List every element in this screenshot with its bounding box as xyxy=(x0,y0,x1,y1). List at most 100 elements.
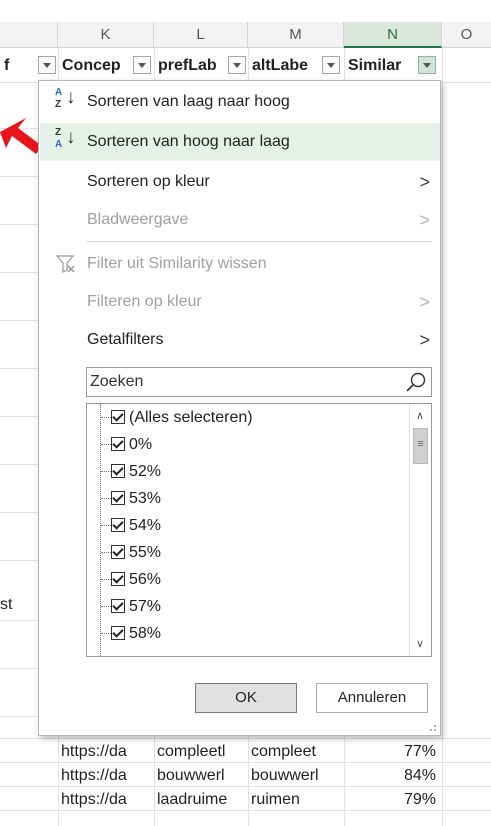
checkbox[interactable] xyxy=(111,437,125,451)
header-cell-similarity: Similar xyxy=(348,57,402,74)
cell-concept[interactable]: https://da xyxy=(58,764,154,788)
grid-line xyxy=(0,416,40,417)
cell-altlabel[interactable]: ruimen xyxy=(248,788,344,812)
vertical-scrollbar[interactable]: ∧ ≡ ∨ xyxy=(409,404,431,656)
cell-similarity[interactable]: 77% xyxy=(344,740,442,764)
scroll-up-icon[interactable]: ∧ xyxy=(412,408,428,424)
column-header-m[interactable]: M xyxy=(248,22,344,48)
chevron-right-icon: > xyxy=(419,330,430,350)
header-cell-fragment: f xyxy=(4,57,10,74)
list-item[interactable]: 56% xyxy=(87,566,407,593)
filter-value-list: (Alles selecteren) 0% 52% 53% 54% 55% 56… xyxy=(86,403,432,657)
magnifier-icon[interactable] xyxy=(405,371,427,393)
grid-line xyxy=(0,368,40,369)
chevron-right-icon: > xyxy=(419,172,430,192)
chevron-right-icon: > xyxy=(419,292,430,312)
checkbox[interactable] xyxy=(111,599,125,613)
header-cell-altlabel: altLabe xyxy=(252,57,309,74)
grid-line xyxy=(0,512,40,513)
grid-line xyxy=(0,560,40,561)
menu-label: Bladweergave xyxy=(87,211,189,228)
cell-similarity[interactable]: 84% xyxy=(344,764,442,788)
cell-preflabel[interactable]: bouwwerl xyxy=(154,764,248,788)
checkbox[interactable] xyxy=(111,518,125,532)
menu-clear-filter: Filter uit Similarity wissen xyxy=(40,245,440,283)
grid-line xyxy=(0,464,40,465)
list-item[interactable]: 0% xyxy=(87,431,407,458)
menu-label: Filter uit Similarity wissen xyxy=(87,255,267,272)
grid-line xyxy=(0,620,40,621)
menu-label: Sorteren van laag naar hoog xyxy=(87,93,290,110)
grid-line xyxy=(442,48,443,826)
checkbox[interactable] xyxy=(111,491,125,505)
filter-dropdown-button[interactable] xyxy=(38,56,56,74)
menu-number-filters[interactable]: Getalfilters > xyxy=(40,321,440,359)
table-header-row: f Concep prefLab altLabe Similar xyxy=(0,50,491,82)
column-header-n[interactable]: N xyxy=(344,22,442,48)
header-cell-preflabel: prefLab xyxy=(158,57,217,74)
checkbox[interactable] xyxy=(111,626,125,640)
cell-similarity[interactable]: 79% xyxy=(344,788,442,812)
grid-line xyxy=(0,176,40,177)
menu-separator xyxy=(86,241,432,242)
table-row[interactable]: https://da bouwwerl bouwwerl 84% xyxy=(0,764,491,788)
table-row[interactable]: https://da laadruime ruimen 79% xyxy=(0,788,491,812)
filter-clear-icon xyxy=(56,255,75,273)
menu-sort-ascending[interactable]: A Z ↓ Sorteren van laag naar hoog xyxy=(40,83,440,121)
grid-line xyxy=(0,716,40,717)
column-header-row: K L M N O xyxy=(0,22,491,48)
menu-filter-by-color: Filteren op kleur > xyxy=(40,283,440,321)
filter-dropdown-panel: A Z ↓ Sorteren van laag naar hoog Z A ↓ Sort… xyxy=(38,80,441,736)
checkbox[interactable] xyxy=(111,545,125,559)
cell-preflabel[interactable]: laadruime xyxy=(154,788,248,812)
filter-dropdown-button[interactable] xyxy=(228,56,246,74)
resize-grip-icon[interactable] xyxy=(427,722,437,732)
column-header-o[interactable]: O xyxy=(442,22,491,48)
list-item[interactable]: 53% xyxy=(87,485,407,512)
cancel-button[interactable]: Annuleren xyxy=(316,683,428,713)
list-item[interactable]: 52% xyxy=(87,458,407,485)
chevron-right-icon: > xyxy=(419,210,430,230)
column-header-k[interactable]: K xyxy=(58,22,154,48)
table-row[interactable]: https://da compleetl compleet 77% xyxy=(0,740,491,764)
grid-line xyxy=(0,224,40,225)
filter-dropdown-button[interactable] xyxy=(322,56,340,74)
cell-altlabel[interactable]: bouwwerl xyxy=(248,764,344,788)
list-item[interactable]: 57% xyxy=(87,593,407,620)
sort-descending-icon: Z A ↓ xyxy=(55,127,76,150)
list-item-select-all[interactable]: (Alles selecteren) xyxy=(87,404,407,431)
list-item[interactable]: 55% xyxy=(87,539,407,566)
checkbox[interactable] xyxy=(111,410,125,424)
header-cell-concept: Concep xyxy=(62,57,121,74)
cell-preflabel[interactable]: compleetl xyxy=(154,740,248,764)
column-header-j[interactable] xyxy=(0,22,58,48)
menu-label: Sorteren van hoog naar laag xyxy=(87,133,290,150)
similarity-filter-button[interactable] xyxy=(418,56,436,74)
menu-sort-by-color[interactable]: Sorteren op kleur > xyxy=(40,163,440,201)
checkbox[interactable] xyxy=(111,464,125,478)
grid-line xyxy=(0,738,491,739)
menu-label: Filteren op kleur xyxy=(87,293,202,310)
cell-concept[interactable]: https://da xyxy=(58,740,154,764)
cell-fragment: st xyxy=(0,596,13,613)
menu-label: Getalfilters xyxy=(87,331,164,348)
grid-line xyxy=(0,320,40,321)
column-header-l[interactable]: L xyxy=(154,22,248,48)
menu-sort-descending[interactable]: Z A ↓ Sorteren van hoog naar laag xyxy=(40,123,440,161)
grid-line xyxy=(0,668,40,669)
list-item[interactable]: 58% xyxy=(87,620,407,647)
grid-line xyxy=(0,272,40,273)
ok-button[interactable]: OK xyxy=(195,683,297,713)
menu-label: Sorteren op kleur xyxy=(87,173,210,190)
search-box xyxy=(86,367,432,397)
menu-sheet-view: Bladweergave > xyxy=(40,201,440,239)
scroll-thumb[interactable]: ≡ xyxy=(413,428,428,464)
sort-ascending-icon: A Z ↓ xyxy=(55,87,76,110)
search-input[interactable] xyxy=(87,368,387,396)
scroll-down-icon[interactable]: ∨ xyxy=(412,636,428,652)
cell-concept[interactable]: https://da xyxy=(58,788,154,812)
list-item[interactable]: 54% xyxy=(87,512,407,539)
filter-dropdown-button[interactable] xyxy=(133,56,151,74)
checkbox[interactable] xyxy=(111,572,125,586)
cell-altlabel[interactable]: compleet xyxy=(248,740,344,764)
